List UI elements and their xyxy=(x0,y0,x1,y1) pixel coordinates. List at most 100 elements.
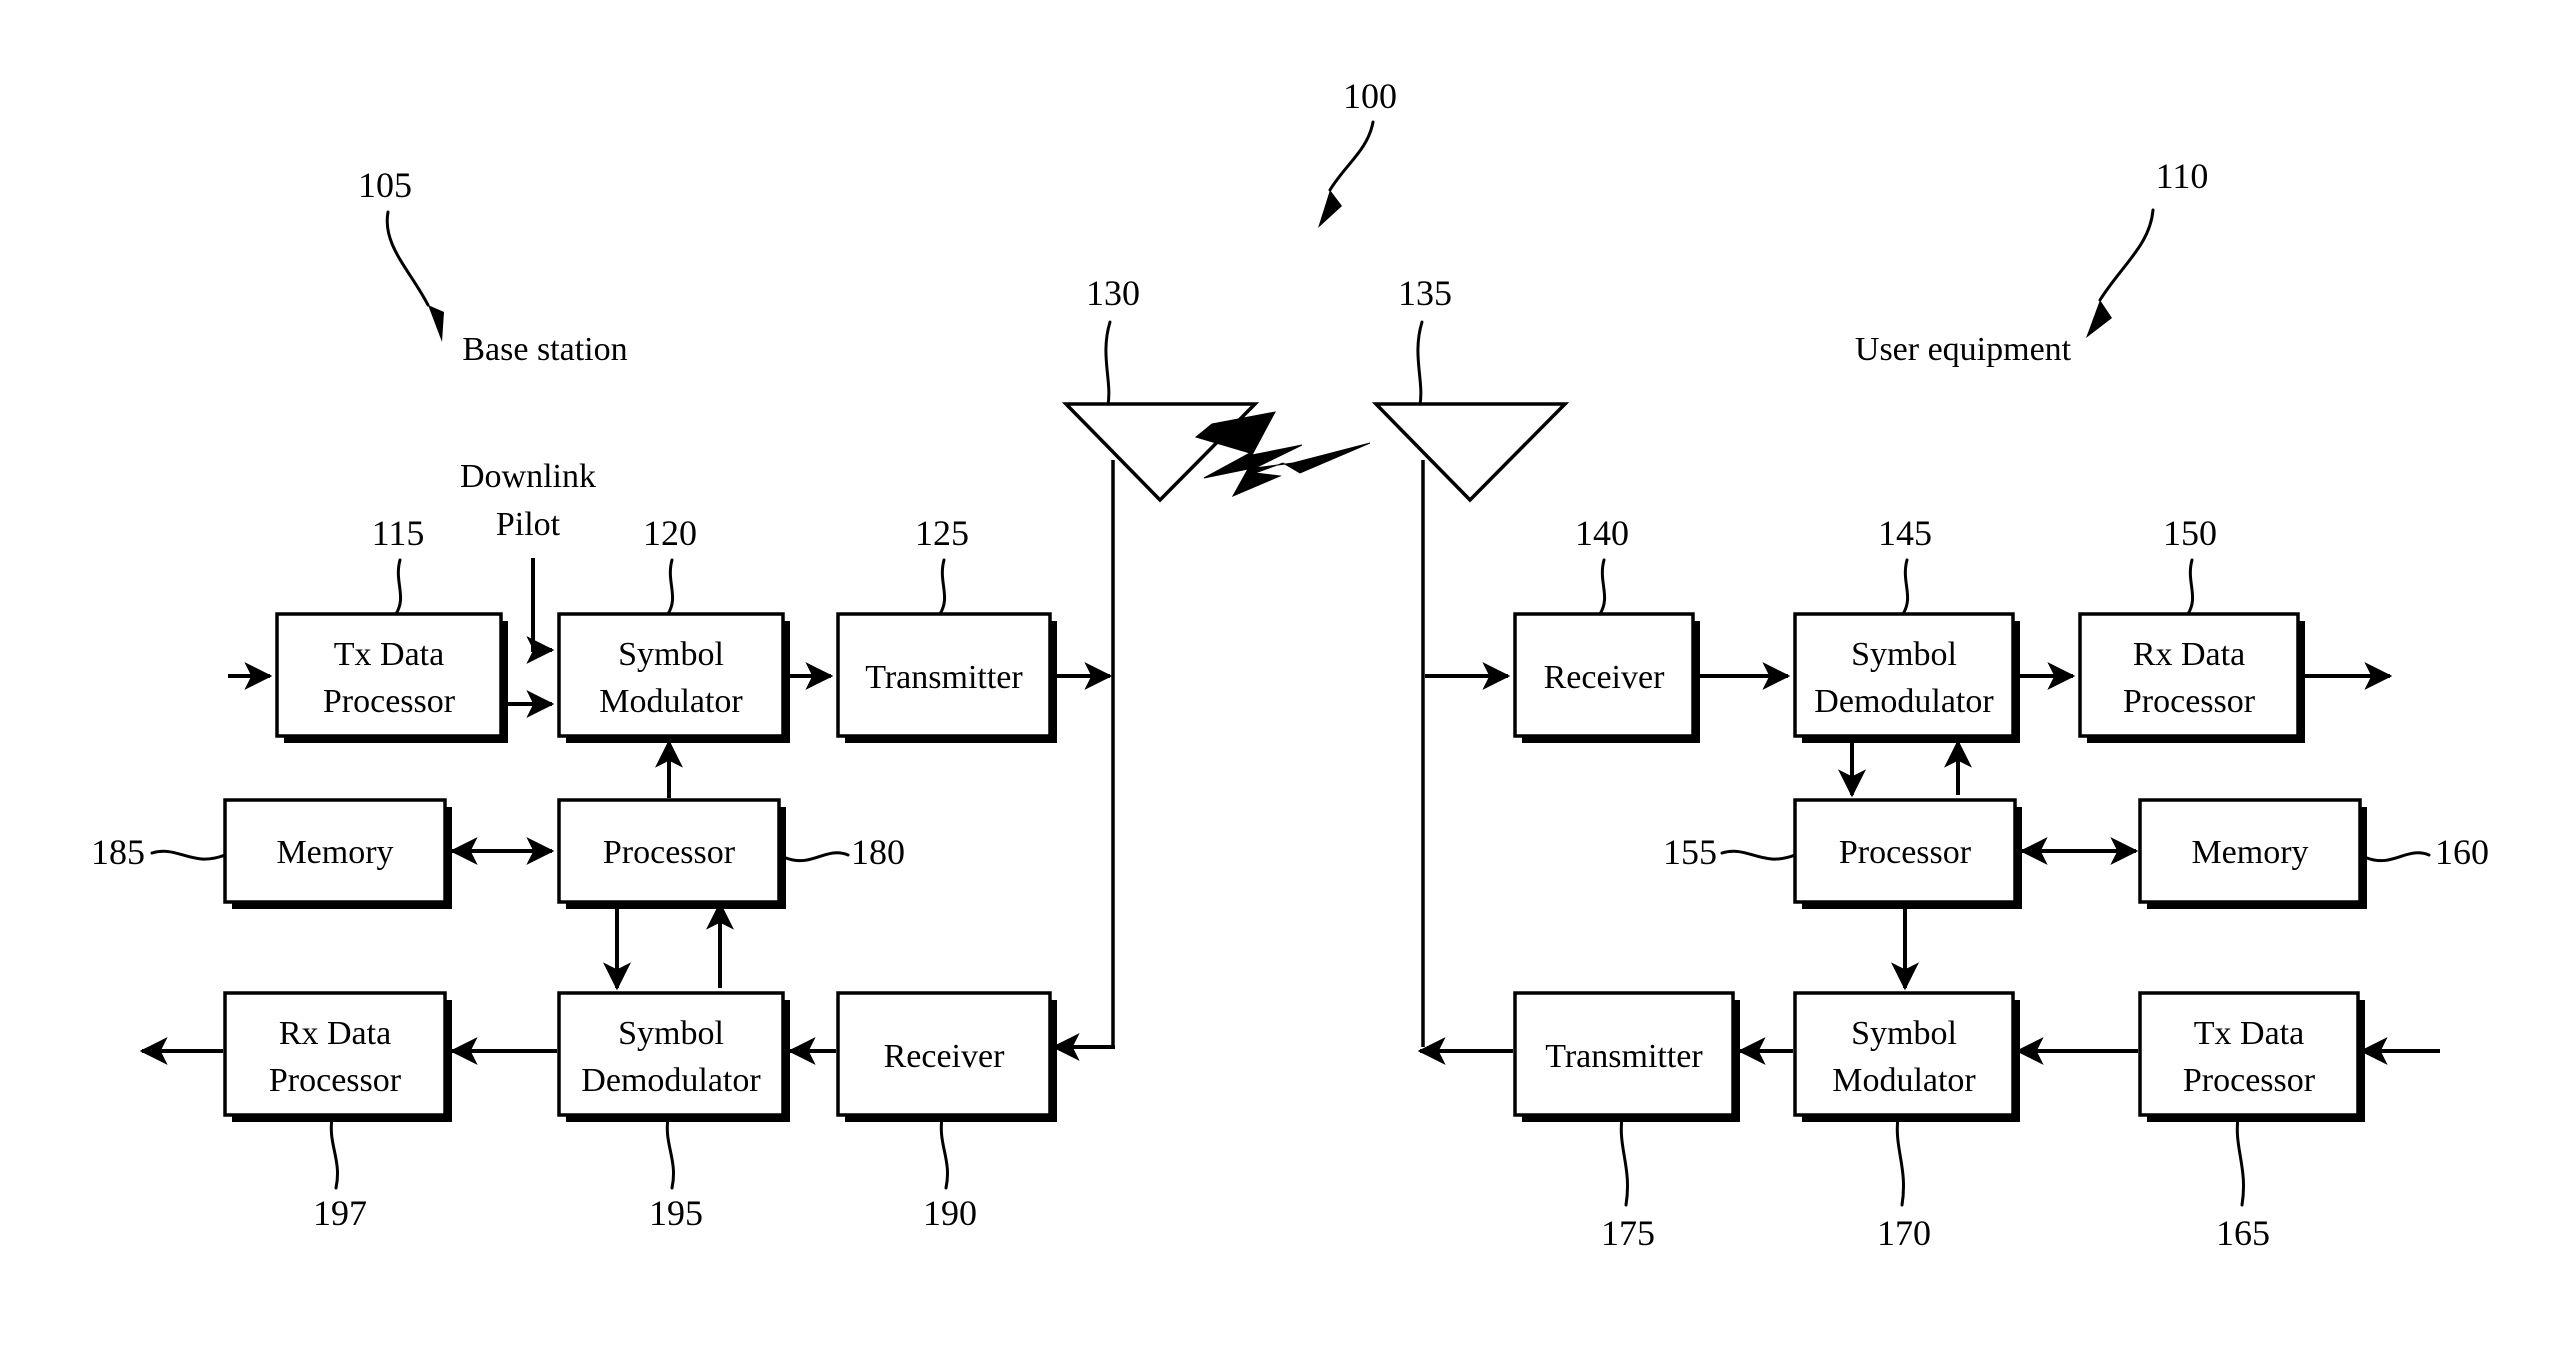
ref-label-150: 150 xyxy=(2163,513,2217,553)
ref-label-105: 105 xyxy=(358,165,412,205)
leader-line-170 xyxy=(1895,1116,1906,1207)
block-diagram-canvas: 100 105 Base station 110 User equipment … xyxy=(91,76,2489,1253)
leader-line-100 xyxy=(1328,120,1375,192)
ref-label-115: 115 xyxy=(372,513,425,553)
downlink-pilot-label-line1: Downlink xyxy=(460,458,596,495)
block-rx-data-processor-bs[interactable]: Rx Data Processor 197 xyxy=(223,991,452,1233)
leader-line-150 xyxy=(2186,558,2195,616)
base-station-antenna: 130 xyxy=(1061,273,1260,1047)
leader-line-190 xyxy=(939,1116,949,1190)
leader-line-130 xyxy=(1104,320,1112,407)
block-tx-data-processor-bs[interactable]: Tx Data Processor 115 xyxy=(275,513,508,743)
symbol-demodulator-bs-label-line1: Symbol xyxy=(618,1015,724,1052)
ref-label-165: 165 xyxy=(2216,1213,2270,1253)
leader-line-115 xyxy=(394,558,403,616)
ref-label-140: 140 xyxy=(1575,513,1629,553)
ref-label-195: 195 xyxy=(649,1193,703,1233)
ref-label-197: 197 xyxy=(313,1193,367,1233)
leader-line-140 xyxy=(1598,558,1607,616)
ref-label-180: 180 xyxy=(851,832,905,872)
wireless-link-lightning-icon xyxy=(1194,411,1371,498)
symbol-modulator-ue-label-line2: Modulator xyxy=(1832,1062,1976,1099)
symbol-demodulator-ue-label-line1: Symbol xyxy=(1851,636,1957,673)
patent-figure: 100 105 Base station 110 User equipment … xyxy=(0,0,2567,1351)
rx-data-processor-ue-label-line2: Processor xyxy=(2123,683,2256,720)
leader-line-165 xyxy=(2235,1116,2246,1207)
ref-label-125: 125 xyxy=(915,513,969,553)
leader-line-185 xyxy=(150,849,227,861)
ref-label-130: 130 xyxy=(1086,273,1140,313)
block-symbol-modulator-bs[interactable]: Symbol Modulator 120 xyxy=(557,513,790,743)
receiver-bs-label: Receiver xyxy=(884,1038,1005,1075)
ref-label-160: 160 xyxy=(2435,832,2489,872)
base-station-group-label: 105 Base station xyxy=(358,165,628,368)
ref-label-190: 190 xyxy=(923,1193,977,1233)
rx-data-processor-ue-label-line1: Rx Data xyxy=(2133,636,2245,673)
ref-label-120: 120 xyxy=(643,513,697,553)
block-receiver-ue[interactable]: Receiver 140 xyxy=(1513,513,1700,743)
leader-line-110 xyxy=(2098,208,2155,302)
tx-data-processor-bs-label-line2: Processor xyxy=(323,683,456,720)
ref-label-155: 155 xyxy=(1663,832,1717,872)
rx-data-processor-bs-label-line1: Rx Data xyxy=(279,1015,391,1052)
leader-arrowhead-105 xyxy=(428,305,444,342)
tx-data-processor-ue-label-line2: Processor xyxy=(2183,1062,2316,1099)
processor-ue-label: Processor xyxy=(1839,834,1972,871)
transmitter-bs-label-line1: Transmitter xyxy=(865,659,1023,696)
block-processor-bs[interactable]: Processor 180 xyxy=(557,798,905,909)
symbol-modulator-ue-label-line1: Symbol xyxy=(1851,1015,1957,1052)
block-receiver-bs[interactable]: Receiver 190 xyxy=(836,991,1057,1233)
antenna-triangle-135 xyxy=(1371,402,1570,503)
system-reference-100: 100 xyxy=(1318,76,1397,228)
symbol-modulator-bs-label-line2: Modulator xyxy=(599,683,743,720)
ref-label-145: 145 xyxy=(1878,513,1932,553)
leader-line-197 xyxy=(329,1116,339,1190)
ref-label-170: 170 xyxy=(1877,1213,1931,1253)
ref-label-185: 185 xyxy=(91,832,145,872)
ref-label-135: 135 xyxy=(1398,273,1452,313)
leader-line-155 xyxy=(1720,849,1797,861)
block-symbol-modulator-ue[interactable]: Symbol Modulator 170 xyxy=(1793,991,2020,1253)
leader-line-145 xyxy=(1901,558,1910,616)
leader-line-125 xyxy=(938,558,947,616)
block-memory-bs[interactable]: Memory 185 xyxy=(91,798,452,909)
downlink-pilot-wire xyxy=(526,558,555,664)
leader-line-195 xyxy=(665,1116,675,1190)
block-memory-ue[interactable]: Memory 160 xyxy=(2138,798,2489,909)
block-symbol-demodulator-bs[interactable]: Symbol Demodulator 195 xyxy=(557,991,790,1233)
leader-line-120 xyxy=(666,558,675,616)
symbol-demodulator-ue-label-line2: Demodulator xyxy=(1814,683,1994,720)
processor-bs-label: Processor xyxy=(603,834,736,871)
base-station-title: Base station xyxy=(462,331,627,368)
user-equipment-group-label: 110 User equipment xyxy=(1855,156,2208,368)
block-symbol-demodulator-ue[interactable]: Symbol Demodulator 145 xyxy=(1793,513,2020,743)
rx-data-processor-bs-label-line2: Processor xyxy=(269,1062,402,1099)
leader-arrowhead-110 xyxy=(2086,300,2112,338)
symbol-modulator-bs-label-line1: Symbol xyxy=(618,636,724,673)
antenna-triangle-130 xyxy=(1061,402,1260,503)
receiver-ue-label: Receiver xyxy=(1544,659,1665,696)
memory-ue-label: Memory xyxy=(2191,834,2308,871)
memory-bs-label: Memory xyxy=(276,834,393,871)
ref-label-100: 100 xyxy=(1343,76,1397,116)
block-transmitter-ue[interactable]: Transmitter 175 xyxy=(1513,991,1740,1253)
user-equipment-title: User equipment xyxy=(1855,331,2072,368)
block-rx-data-processor-ue[interactable]: Rx Data Processor 150 xyxy=(2078,513,2305,743)
block-transmitter-bs[interactable]: Transmitter 125 xyxy=(836,513,1057,743)
leader-line-105 xyxy=(385,210,430,307)
symbol-demodulator-bs-label-line2: Demodulator xyxy=(581,1062,761,1099)
lightning-bolt-shape xyxy=(1194,411,1371,498)
tx-data-processor-ue-label-line1: Tx Data xyxy=(2194,1015,2304,1052)
leader-line-135 xyxy=(1416,320,1424,407)
block-processor-ue[interactable]: Processor 155 xyxy=(1663,798,2022,909)
block-tx-data-processor-ue[interactable]: Tx Data Processor 165 xyxy=(2138,991,2365,1253)
leader-line-160 xyxy=(2365,851,2431,863)
ref-label-110: 110 xyxy=(2156,156,2209,196)
downlink-pilot-label-line2: Pilot xyxy=(496,506,561,543)
leader-line-180 xyxy=(784,851,850,863)
transmitter-ue-label: Transmitter xyxy=(1545,1038,1703,1075)
leader-arrowhead-100 xyxy=(1318,190,1342,228)
leader-line-175 xyxy=(1619,1116,1630,1207)
ref-label-175: 175 xyxy=(1601,1213,1655,1253)
tx-data-processor-bs-label-line1: Tx Data xyxy=(334,636,444,673)
